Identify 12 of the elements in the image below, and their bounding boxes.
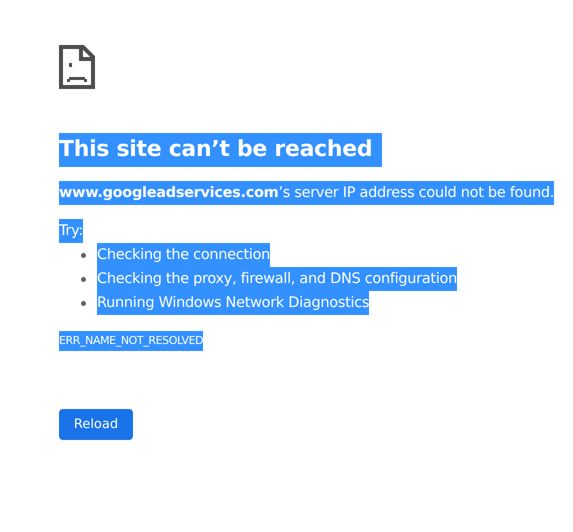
error-code: ERR_NAME_NOT_RESOLVED [59,331,204,351]
reload-button[interactable]: Reload [59,409,133,440]
bullet-icon [81,252,86,258]
bullet-icon [81,276,86,282]
suggestion-item: Checking the proxy, firewall, and DNS configuration [97,267,458,291]
error-message: www.googleadservices.com’s server IP address could not be found. [59,181,554,205]
suggestion-item: Running Windows Network Diagnostics [97,291,370,315]
suggestion-item: Checking the connection [97,243,270,267]
sad-page-icon [59,45,95,89]
bullet-icon [81,300,86,306]
page-heading: This site can’t be reached [59,133,382,167]
try-label: Try: [59,219,83,243]
